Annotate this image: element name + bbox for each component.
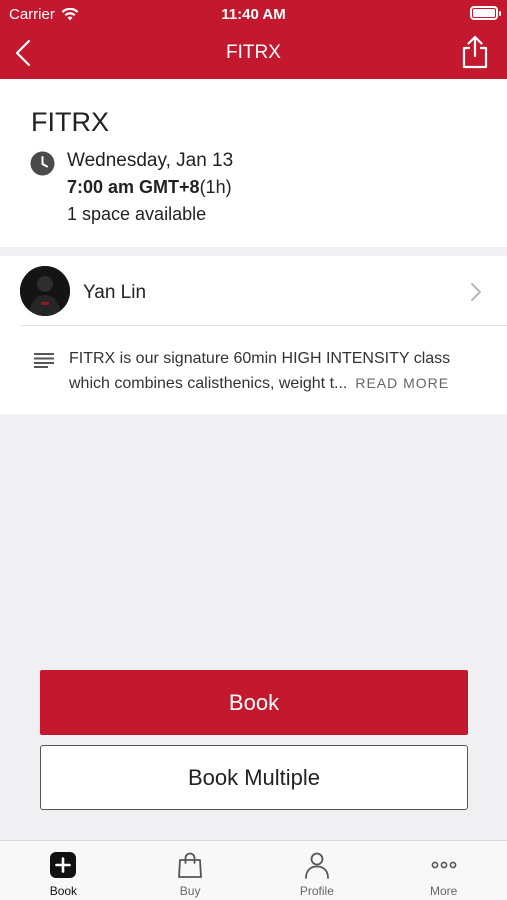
instructor-row[interactable]: Yan Lin [0, 256, 507, 325]
more-dots-icon [431, 861, 457, 869]
chevron-right-icon [471, 283, 481, 301]
tab-more-label: More [429, 884, 458, 898]
share-icon[interactable] [459, 34, 491, 70]
tab-book-label: Book [49, 884, 78, 898]
availability-text: 1 space available [67, 204, 207, 224]
instructor-avatar [20, 266, 70, 316]
book-multiple-button[interactable]: Book Multiple [40, 745, 468, 810]
tab-profile[interactable]: Profile [254, 841, 381, 900]
shopping-bag-icon [178, 852, 203, 878]
class-description: FITRX is our signature 60min HIGH INTENS… [69, 346, 489, 396]
tab-more[interactable]: More [380, 841, 507, 900]
read-more-link[interactable]: READ MORE [355, 375, 449, 391]
class-details-card: FITRX Wednesday, Jan 13 7:00 am GMT+8(1h… [0, 79, 507, 247]
tab-profile-label: Profile [299, 884, 334, 898]
tab-book[interactable]: Book [0, 841, 127, 900]
nav-title: FITRX [226, 42, 281, 63]
description-lines-icon [34, 353, 54, 368]
instructor-name: Yan Lin [83, 282, 147, 303]
divider [20, 325, 507, 326]
battery-icon [470, 6, 501, 20]
avatar-image [20, 266, 70, 316]
tab-buy-label: Buy [179, 884, 201, 898]
class-time: 7:00 am GMT+8(1h) [67, 177, 232, 198]
book-button[interactable]: Book [40, 670, 468, 735]
plus-square-icon [50, 852, 77, 878]
class-duration: (1h) [199, 177, 232, 197]
person-icon [304, 852, 329, 879]
status-time: 11:40 AM [221, 6, 286, 23]
class-date: Wednesday, Jan 13 [67, 150, 234, 171]
class-info-section: Yan Lin FITRX is our signature 60min HIG… [0, 256, 507, 414]
clock-icon [30, 151, 55, 176]
navigation-bar: FITRX [0, 28, 507, 79]
top-bar: Carrier 11:40 AM FITRX [0, 0, 507, 79]
tab-bar: Book Buy Profile More [0, 840, 507, 900]
status-bar: Carrier 11:40 AM [0, 0, 507, 28]
tab-buy[interactable]: Buy [127, 841, 254, 900]
class-start-time: 7:00 am GMT+8 [67, 177, 200, 197]
class-title: FITRX [31, 107, 109, 137]
